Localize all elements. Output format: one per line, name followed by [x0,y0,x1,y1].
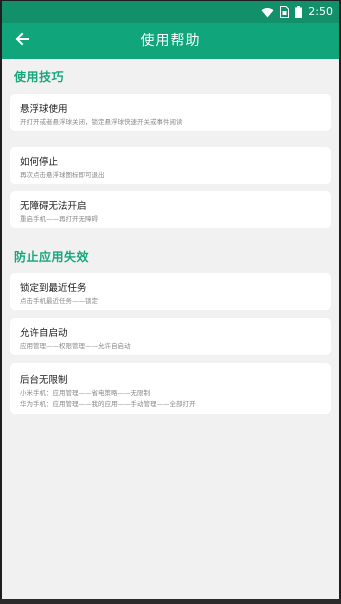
device-bottom-edge [0,599,341,604]
status-bar: 2:50 [2,1,339,23]
device-frame: 2:50 使用帮助 使用技巧 悬浮球使用 开打开或者悬浮球关闭，锁定悬浮球快速开… [0,0,341,604]
app-screen: 2:50 使用帮助 使用技巧 悬浮球使用 开打开或者悬浮球关闭，锁定悬浮球快速开… [2,1,339,600]
section-title-tips: 使用技巧 [14,70,65,84]
help-card-floating-ball[interactable]: 悬浮球使用 开打开或者悬浮球关闭，锁定悬浮球快速开关或事件阅读 [10,94,331,131]
card-desc-secondary: 华为手机：应用管理——我的应用——手动管理——全部打开 [20,400,196,408]
sim-icon [280,3,290,22]
card-desc: 开打开或者悬浮球关闭，锁定悬浮球快速开关或事件阅读 [20,118,183,126]
app-toolbar: 使用帮助 [2,23,339,59]
card-title: 后台无限制 [20,375,68,386]
status-icons: 2:50 [261,5,333,19]
card-title: 如何停止 [20,157,59,168]
card-title: 无障碍无法开启 [20,201,87,212]
status-time: 2:50 [308,5,333,18]
help-card-how-to-stop[interactable]: 如何停止 再次点击悬浮球图标即可退出 [10,147,331,184]
card-desc: 点击手机最近任务——锁定 [20,297,98,305]
wifi-icon [261,3,274,22]
help-card-background-unlimited[interactable]: 后台无限制 小米手机：应用管理——省电策略——无限制 华为手机：应用管理——我的… [10,363,331,414]
card-title: 悬浮球使用 [20,104,68,115]
battery-icon [295,3,303,22]
help-card-auto-start[interactable]: 允许自启动 应用管理——权限管理——允许自启动 [10,318,331,355]
page-title: 使用帮助 [140,33,201,49]
card-title: 允许自启动 [20,328,68,339]
help-card-accessibility[interactable]: 无障碍无法开启 重启手机——再打开无障碍 [10,191,331,228]
card-desc: 再次点击悬浮球图标即可退出 [20,171,105,179]
card-desc: 重启手机——再打开无障碍 [20,215,98,223]
card-desc: 小米手机：应用管理——省电策略——无限制 [20,389,150,397]
card-desc: 应用管理——权限管理——允许自启动 [20,342,131,350]
card-title: 锁定到最近任务 [20,283,87,294]
help-card-lock-recent[interactable]: 锁定到最近任务 点击手机最近任务——锁定 [10,273,331,310]
section-title-prevent-failure: 防止应用失效 [14,250,90,264]
